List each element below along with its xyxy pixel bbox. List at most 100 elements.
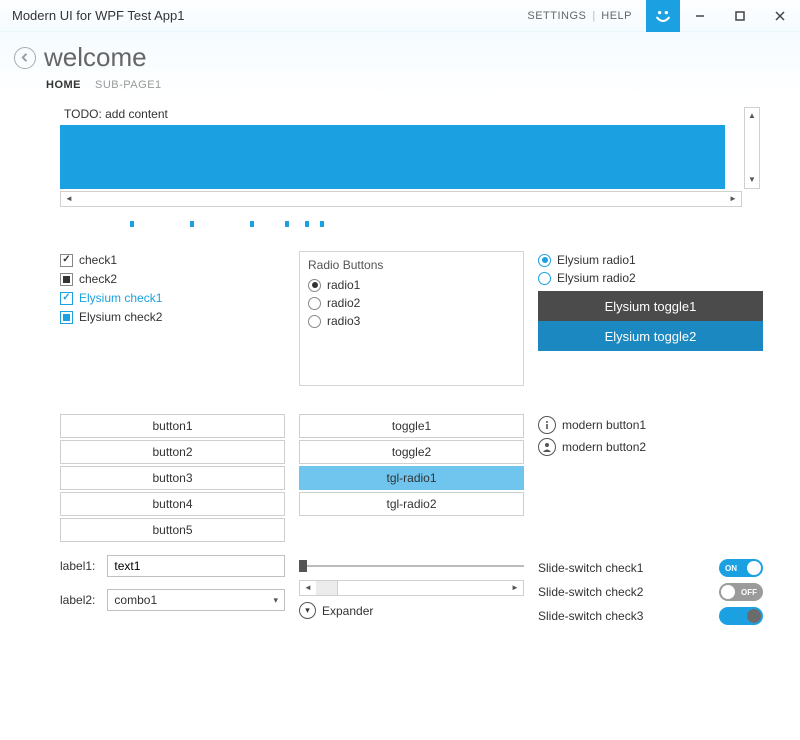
info-icon bbox=[538, 416, 556, 434]
maximize-button[interactable] bbox=[720, 0, 760, 32]
back-button[interactable] bbox=[14, 47, 36, 69]
checkbox-icon bbox=[60, 311, 73, 324]
button-column: button1 button2 button3 button4 button5 bbox=[60, 414, 285, 542]
switch2[interactable]: OFF bbox=[719, 583, 763, 601]
radio2[interactable]: radio2 bbox=[308, 294, 515, 312]
elysium-check1-label: Elysium check1 bbox=[79, 291, 162, 305]
button3[interactable]: button3 bbox=[60, 466, 285, 490]
switch3-label: Slide-switch check3 bbox=[538, 609, 643, 623]
button4[interactable]: button4 bbox=[60, 492, 285, 516]
crumb-home[interactable]: HOME bbox=[46, 79, 81, 91]
crumb-sub1[interactable]: SUB-PAGE1 bbox=[95, 79, 162, 91]
slider-thumb[interactable] bbox=[299, 560, 307, 572]
blue-banner bbox=[60, 125, 725, 189]
elysium-column: Elysium radio1 Elysium radio2 Elysium to… bbox=[538, 251, 763, 386]
titlebar: Modern UI for WPF Test App1 SETTINGS | H… bbox=[0, 0, 800, 32]
switch-knob bbox=[747, 561, 761, 575]
radio-groupbox: Radio Buttons radio1 radio2 radio3 bbox=[299, 251, 524, 386]
minimize-button[interactable] bbox=[680, 0, 720, 32]
check1[interactable]: check1 bbox=[60, 251, 285, 269]
tgl-radio1[interactable]: tgl-radio1 bbox=[299, 466, 524, 490]
radio3-label: radio3 bbox=[327, 314, 360, 328]
checkbox-icon bbox=[60, 292, 73, 305]
radio1[interactable]: radio1 bbox=[308, 276, 515, 294]
close-button[interactable] bbox=[760, 0, 800, 32]
switch1-label: Slide-switch check1 bbox=[538, 561, 643, 575]
mini-horizontal-scrollbar[interactable]: ◄ ► bbox=[299, 580, 524, 596]
horizontal-scrollbar[interactable]: ◄ ► bbox=[60, 191, 742, 207]
settings-link[interactable]: SETTINGS bbox=[521, 10, 592, 22]
switch-column: Slide-switch check1 ON Slide-switch chec… bbox=[538, 556, 763, 628]
checkbox-icon bbox=[60, 273, 73, 286]
checkbox-column: check1 check2 Elysium check1 Elysium che… bbox=[60, 251, 285, 386]
switch-knob bbox=[747, 609, 761, 623]
check2[interactable]: check2 bbox=[60, 270, 285, 288]
button2[interactable]: button2 bbox=[60, 440, 285, 464]
elysium-check1[interactable]: Elysium check1 bbox=[60, 289, 285, 307]
scroll-track[interactable] bbox=[77, 192, 725, 206]
radio2-label: radio2 bbox=[327, 296, 360, 310]
toggle2[interactable]: toggle2 bbox=[299, 440, 524, 464]
modern-button1-label: modern button1 bbox=[562, 418, 646, 432]
form-column: label1: label2: combo1 ▾ bbox=[60, 546, 285, 628]
person-icon bbox=[538, 438, 556, 456]
app-title: Modern UI for WPF Test App1 bbox=[12, 8, 184, 23]
radio-icon bbox=[538, 272, 551, 285]
radio-icon bbox=[308, 315, 321, 328]
button1[interactable]: button1 bbox=[60, 414, 285, 438]
help-link[interactable]: HELP bbox=[595, 10, 638, 22]
modern-button1[interactable]: modern button1 bbox=[538, 414, 763, 436]
toggle1[interactable]: toggle1 bbox=[299, 414, 524, 438]
elysium-radio1[interactable]: Elysium radio1 bbox=[538, 251, 763, 269]
check2-label: check2 bbox=[79, 272, 117, 286]
radio-legend: Radio Buttons bbox=[308, 258, 515, 272]
elysium-toggle1[interactable]: Elysium toggle1 bbox=[538, 291, 763, 321]
switch-off-text: OFF bbox=[741, 588, 757, 597]
switch2-label: Slide-switch check2 bbox=[538, 585, 643, 599]
combo1-value: combo1 bbox=[114, 593, 157, 607]
text1-input[interactable] bbox=[107, 555, 285, 577]
radio1-label: radio1 bbox=[327, 278, 360, 292]
label2: label2: bbox=[60, 593, 99, 607]
elysium-toggle2[interactable]: Elysium toggle2 bbox=[538, 321, 763, 351]
switch3[interactable] bbox=[719, 607, 763, 625]
page-title: welcome bbox=[44, 42, 147, 73]
elysium-radio1-label: Elysium radio1 bbox=[557, 253, 636, 267]
slider[interactable] bbox=[299, 556, 524, 576]
radio-icon bbox=[308, 279, 321, 292]
scroll-up-icon[interactable]: ▲ bbox=[745, 108, 759, 124]
label1: label1: bbox=[60, 559, 99, 573]
toggle-column: toggle1 toggle2 tgl-radio1 tgl-radio2 bbox=[299, 414, 524, 542]
content-area: TODO: add content ▲ ▼ ◄ ► check1 bbox=[0, 97, 800, 638]
modern-button-column: modern button1 modern button2 bbox=[538, 414, 763, 542]
expander[interactable]: ▾ Expander bbox=[299, 602, 524, 619]
slider-column: ◄ ► ▾ Expander bbox=[299, 556, 524, 628]
radio3[interactable]: radio3 bbox=[308, 312, 515, 330]
chevron-down-icon: ▾ bbox=[273, 595, 278, 606]
progress-dots bbox=[60, 215, 760, 245]
button5[interactable]: button5 bbox=[60, 518, 285, 542]
scroll-track[interactable] bbox=[745, 124, 759, 172]
switch-on-text: ON bbox=[725, 564, 737, 573]
feedback-smiley-icon[interactable] bbox=[646, 0, 680, 32]
blue-banner-wrap: ▲ ▼ bbox=[60, 125, 760, 189]
scroll-thumb[interactable] bbox=[316, 581, 338, 595]
scroll-left-icon[interactable]: ◄ bbox=[300, 581, 316, 595]
radio-column: Radio Buttons radio1 radio2 radio3 bbox=[299, 251, 524, 386]
scroll-left-icon[interactable]: ◄ bbox=[61, 192, 77, 206]
switch1[interactable]: ON bbox=[719, 559, 763, 577]
scroll-down-icon[interactable]: ▼ bbox=[745, 172, 759, 188]
combo1-dropdown[interactable]: combo1 ▾ bbox=[107, 589, 285, 611]
expander-label: Expander bbox=[322, 604, 373, 618]
vertical-scrollbar[interactable]: ▲ ▼ bbox=[744, 107, 760, 189]
elysium-radio2[interactable]: Elysium radio2 bbox=[538, 269, 763, 287]
scroll-right-icon[interactable]: ► bbox=[507, 581, 523, 595]
scroll-track[interactable] bbox=[316, 581, 507, 595]
modern-button2[interactable]: modern button2 bbox=[538, 436, 763, 458]
scroll-right-icon[interactable]: ► bbox=[725, 192, 741, 206]
modern-button2-label: modern button2 bbox=[562, 440, 646, 454]
tgl-radio2[interactable]: tgl-radio2 bbox=[299, 492, 524, 516]
elysium-check2[interactable]: Elysium check2 bbox=[60, 308, 285, 326]
switch-knob bbox=[721, 585, 735, 599]
breadcrumb: HOME SUB-PAGE1 bbox=[46, 79, 786, 91]
